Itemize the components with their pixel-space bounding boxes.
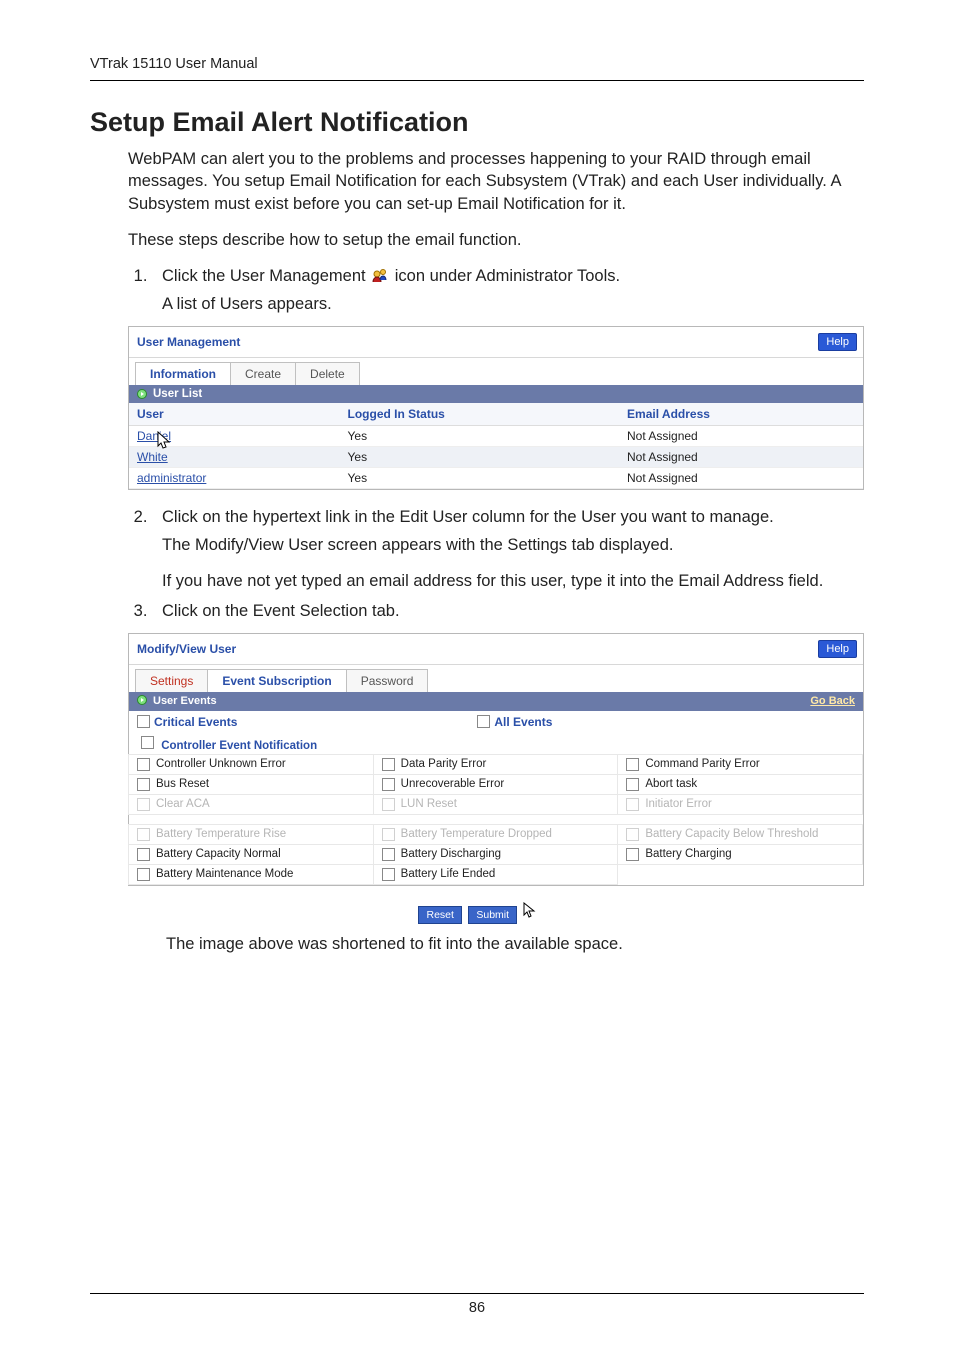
step-2-sub1: The Modify/View User screen appears with… [162, 534, 864, 556]
event-label: Battery Capacity Normal [156, 848, 281, 860]
user-link-administrator[interactable]: administrator [137, 471, 206, 485]
event-label: Abort task [645, 778, 697, 790]
cell-email: Not Assigned [619, 425, 863, 446]
table-row: administrator Yes Not Assigned [129, 467, 863, 488]
event-checkbox[interactable]: Battery Life Ended [373, 864, 619, 885]
user-list-table: User Logged In Status Email Address Dani… [129, 403, 863, 489]
event-label: Data Parity Error [401, 758, 487, 770]
table-row: Daniel Yes Not Assigned [129, 425, 863, 446]
event-checkbox[interactable]: Battery Discharging [373, 844, 619, 865]
event-label: Battery Discharging [401, 848, 501, 860]
event-label: Unrecoverable Error [401, 778, 505, 790]
all-events-label: All Events [494, 715, 552, 729]
tab-information[interactable]: Information [135, 362, 231, 385]
intro-paragraph-1: WebPAM can alert you to the problems and… [128, 148, 864, 215]
event-checkbox[interactable]: Battery Temperature Dropped [373, 824, 619, 845]
event-label: Battery Temperature Dropped [401, 828, 552, 840]
event-checkbox[interactable]: Battery Charging [617, 844, 863, 865]
event-grid-2: Battery Temperature Rise Battery Tempera… [129, 825, 863, 885]
event-checkbox[interactable]: Battery Temperature Rise [128, 824, 374, 845]
event-label: Command Parity Error [645, 758, 759, 770]
cell-status: Yes [340, 467, 620, 488]
event-label: Battery Temperature Rise [156, 828, 286, 840]
event-checkbox[interactable]: Clear ACA [128, 794, 374, 815]
help-button[interactable]: Help [818, 333, 857, 351]
tab-settings[interactable]: Settings [135, 669, 208, 692]
event-checkbox[interactable]: Abort task [617, 774, 863, 795]
event-grid-1: Controller Unknown Error Data Parity Err… [129, 755, 863, 815]
event-label: Clear ACA [156, 798, 210, 810]
page-header: VTrak 15110 User Manual [90, 56, 864, 81]
event-checkbox[interactable]: Battery Capacity Normal [128, 844, 374, 865]
event-label: LUN Reset [401, 798, 457, 810]
step-2: Click on the hypertext link in the Edit … [152, 506, 864, 593]
step-2-text: Click on the hypertext link in the Edit … [162, 508, 774, 526]
user-events-header: User Events [153, 695, 217, 707]
event-label: Battery Capacity Below Threshold [645, 828, 818, 840]
page-number: 86 [469, 1300, 485, 1316]
user-management-icon [370, 267, 395, 285]
event-label: Controller Unknown Error [156, 758, 286, 770]
step-1-text-a: Click the User Management [162, 267, 370, 285]
event-checkbox[interactable]: Battery Capacity Below Threshold [617, 824, 863, 845]
tab-password[interactable]: Password [346, 669, 429, 692]
event-checkbox[interactable]: Initiator Error [617, 794, 863, 815]
submit-row: Reset Submit [90, 902, 864, 925]
submit-button[interactable]: Submit [468, 906, 517, 924]
step-3: Click on the Event Selection tab. [152, 600, 864, 622]
tab-delete[interactable]: Delete [295, 362, 360, 385]
modify-panel-tabs: Settings Event Subscription Password [129, 665, 863, 692]
event-checkbox[interactable]: Data Parity Error [373, 754, 619, 775]
cell-email: Not Assigned [619, 467, 863, 488]
cell-status: Yes [340, 425, 620, 446]
event-checkbox[interactable]: Command Parity Error [617, 754, 863, 775]
section-heading: Setup Email Alert Notification [90, 107, 864, 138]
all-events-checkbox[interactable]: All Events [477, 715, 552, 729]
step-1: Click the User Management icon under Adm… [152, 265, 864, 316]
reset-button[interactable]: Reset [418, 906, 461, 924]
play-arrow-icon [137, 695, 147, 708]
step-3-text: Click on the Event Selection tab. [162, 602, 400, 620]
user-list-header: User List [153, 388, 202, 400]
help-button[interactable]: Help [818, 640, 857, 658]
event-label: Battery Charging [645, 848, 731, 860]
user-panel-tabs: Information Create Delete [129, 358, 863, 385]
controller-event-notification-label: Controller Event Notification [161, 740, 317, 752]
tab-create[interactable]: Create [230, 362, 296, 385]
event-checkbox[interactable]: Controller Unknown Error [128, 754, 374, 775]
step-2-sub2: If you have not yet typed an email addre… [162, 570, 864, 592]
event-checkbox[interactable]: Bus Reset [128, 774, 374, 795]
controller-event-notification-checkbox[interactable] [141, 736, 154, 749]
page-footer: 86 [0, 1293, 954, 1316]
event-checkbox[interactable]: Unrecoverable Error [373, 774, 619, 795]
tab-event-subscription[interactable]: Event Subscription [207, 669, 346, 692]
event-checkbox[interactable]: Battery Maintenance Mode [128, 864, 374, 885]
closing-note: The image above was shortened to fit int… [166, 935, 864, 954]
event-label: Initiator Error [645, 798, 711, 810]
intro-paragraph-2: These steps describe how to setup the em… [128, 229, 864, 251]
critical-events-checkbox[interactable]: Critical Events [137, 715, 237, 729]
modify-view-user-panel: Modify/View User Help Settings Event Sub… [128, 633, 864, 886]
panel-title: User Management [137, 335, 240, 349]
col-email: Email Address [619, 403, 863, 426]
table-row: White Yes Not Assigned [129, 446, 863, 467]
event-label: Bus Reset [156, 778, 209, 790]
event-label: Battery Maintenance Mode [156, 868, 293, 880]
critical-events-label: Critical Events [154, 715, 237, 729]
col-logged-in: Logged In Status [340, 403, 620, 426]
cursor-icon [157, 431, 173, 451]
col-user: User [129, 403, 340, 426]
panel-title: Modify/View User [137, 642, 236, 656]
go-back-link[interactable]: Go Back [810, 695, 855, 707]
play-arrow-icon [137, 389, 147, 399]
cell-status: Yes [340, 446, 620, 467]
event-label: Battery Life Ended [401, 868, 496, 880]
step-1-sub: A list of Users appears. [162, 293, 864, 315]
cell-email: Not Assigned [619, 446, 863, 467]
step-1-text-b: icon under Administrator Tools. [395, 267, 620, 285]
cursor-icon [523, 902, 537, 925]
user-management-panel: User Management Help Information Create … [128, 326, 864, 490]
event-checkbox[interactable]: LUN Reset [373, 794, 619, 815]
user-link-white[interactable]: White [137, 450, 168, 464]
